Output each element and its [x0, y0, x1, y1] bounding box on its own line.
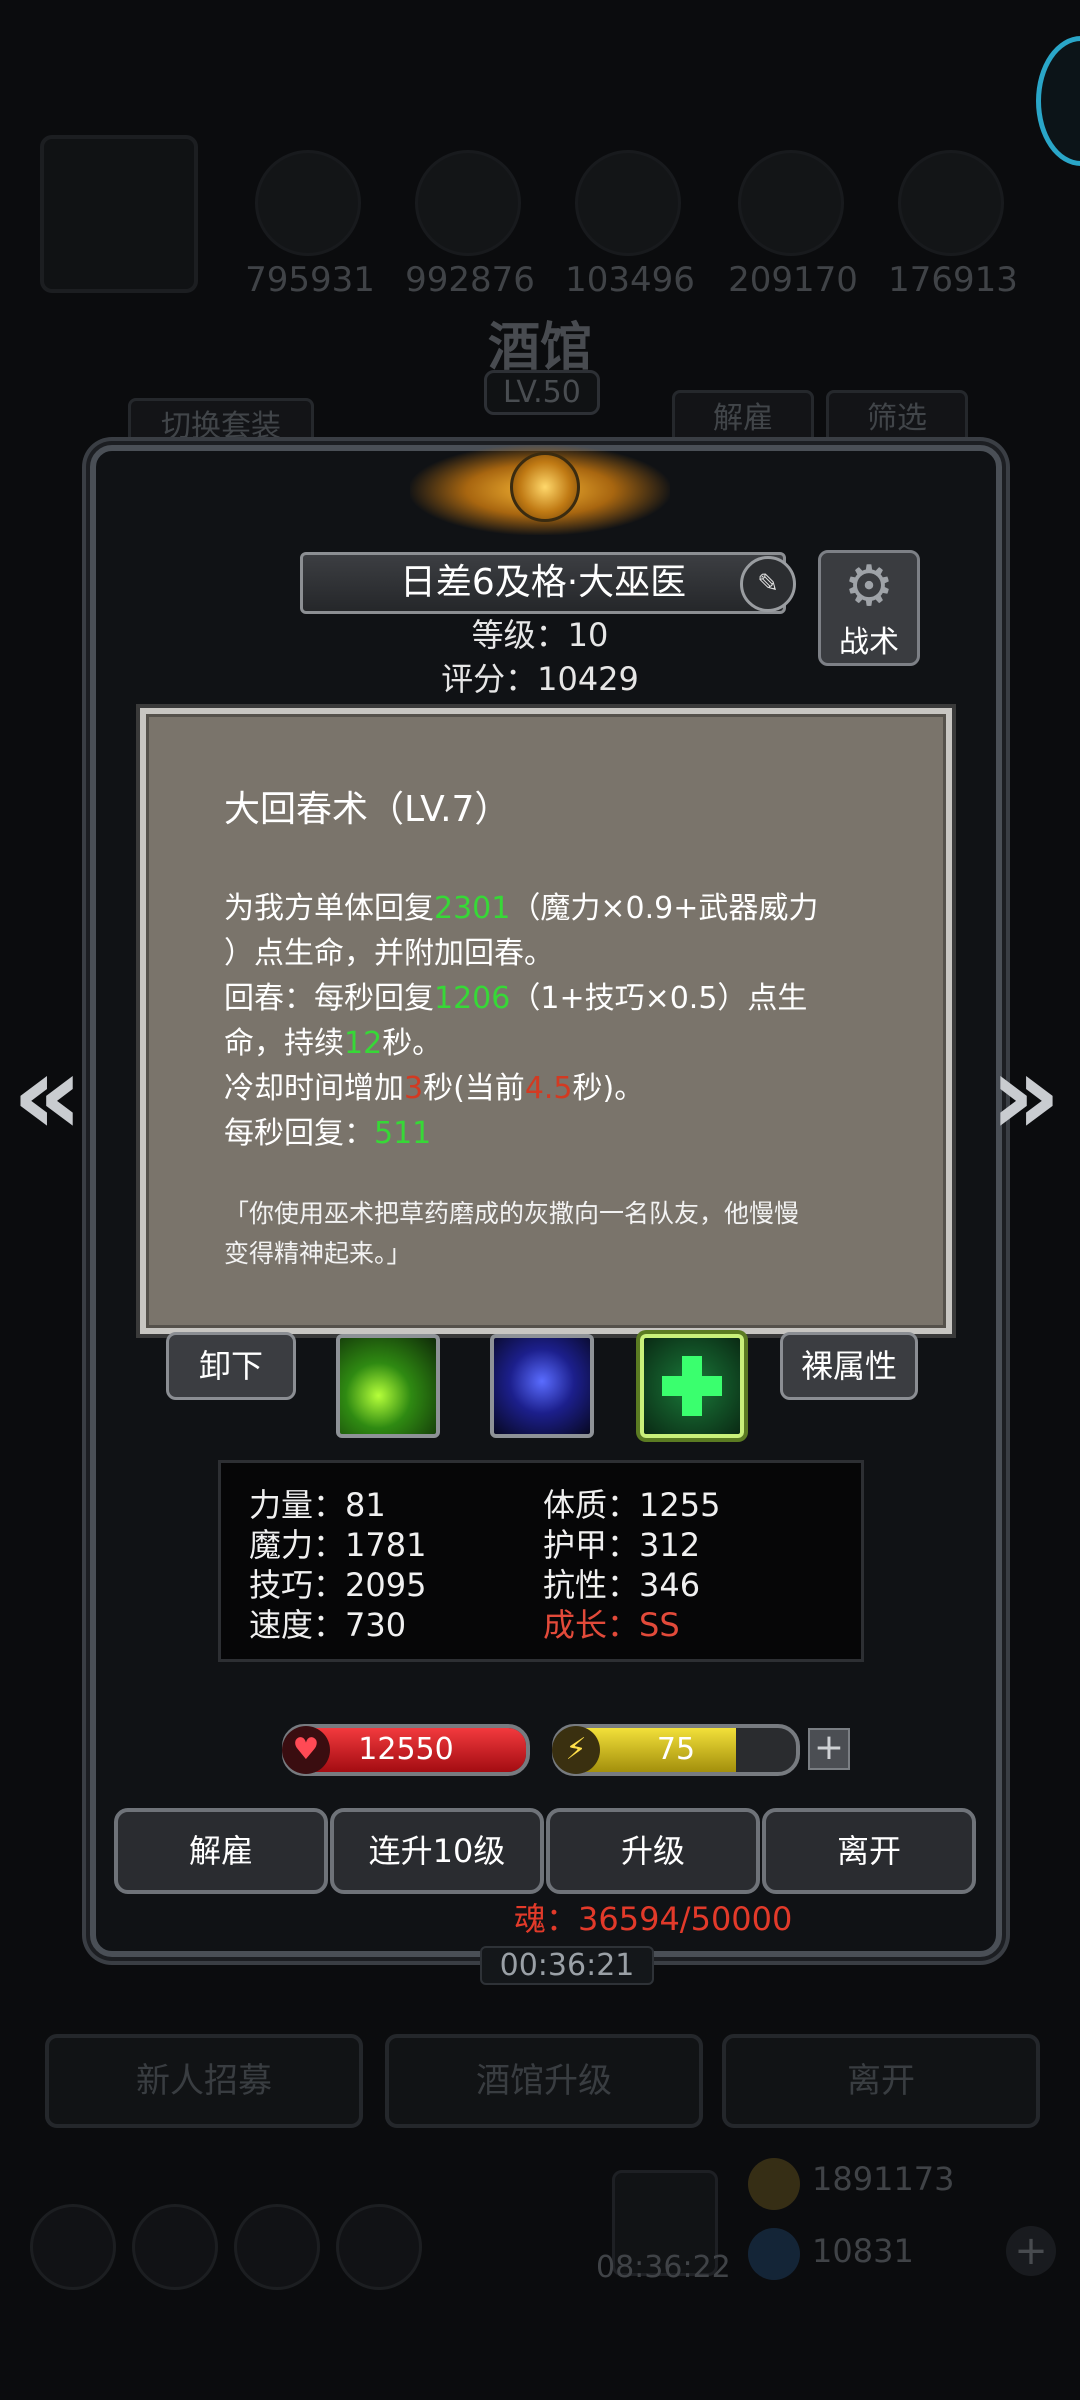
- hero-level: 等级：10: [471, 616, 609, 654]
- edit-name-icon[interactable]: ✎: [740, 556, 796, 612]
- skill-slot-nature-icon[interactable]: [336, 1334, 440, 1438]
- soul-counter: 魂：36594/50000: [514, 1900, 793, 1938]
- lightning-icon: ⚡: [552, 1726, 600, 1774]
- countdown-timer: 00:36:21: [480, 1946, 654, 1985]
- prev-hero-arrow-icon[interactable]: «: [12, 1040, 83, 1150]
- tavern-level: LV.50: [484, 370, 600, 415]
- flavor-line: 「你使用巫术把草药磨成的灰撒向一名队友，他慢慢: [224, 1199, 800, 1228]
- dismiss-tab-button[interactable]: 解雇: [672, 390, 814, 448]
- filter-button[interactable]: 筛选: [826, 390, 968, 448]
- heart-icon: ♥: [282, 1726, 330, 1774]
- skill-tooltip: 大回春术（LV.7） 为我方单体回复2301（魔力×0.9+武器威力 ）点生命，…: [140, 708, 952, 1334]
- desc-line: 回春：每秒回复1206（1+技巧×0.5）点生: [224, 981, 808, 1016]
- resource-icon-3: [575, 150, 681, 256]
- bottom-nav-icon-1[interactable]: [30, 2204, 116, 2290]
- crest-gem-icon: [510, 452, 580, 522]
- attr-skill: 技巧：2095: [249, 1566, 427, 1604]
- skill-flavor-text: 「你使用巫术把草药磨成的灰撒向一名队友，他慢慢 变得精神起来。」: [224, 1194, 904, 1274]
- gold-coin-icon: [748, 2158, 800, 2210]
- resource-icon-1: [255, 150, 361, 256]
- unequip-button[interactable]: 卸下: [166, 1332, 296, 1400]
- resource-count-3: 103496: [565, 260, 695, 300]
- skill-title: 大回春术（LV.7）: [224, 789, 511, 830]
- desc-line: 命，持续12秒。: [224, 1026, 443, 1061]
- gear-icon: ⚙: [843, 554, 895, 619]
- flavor-line: 变得精神起来。」: [224, 1239, 412, 1268]
- attribute-panel: 力量：81 魔力：1781 技巧：2095 速度：730 体质：1255 护甲：…: [218, 1460, 864, 1662]
- attr-speed: 速度：730: [249, 1606, 407, 1644]
- gem-count: 10831: [812, 2232, 914, 2270]
- attr-magic: 魔力：1781: [249, 1526, 427, 1564]
- screen-title: 酒馆: [487, 318, 592, 378]
- hero-name: 日差6及格·大巫医: [300, 552, 786, 614]
- resource-count-2: 992876: [405, 260, 535, 300]
- resource-count-1: 795931: [245, 260, 375, 300]
- add-gem-icon[interactable]: +: [1006, 2226, 1056, 2276]
- add-energy-button[interactable]: +: [808, 1728, 850, 1770]
- skill-description: 为我方单体回复2301（魔力×0.9+武器威力 ）点生命，并附加回春。 回春：每…: [224, 886, 904, 1156]
- bg-leave-button[interactable]: 离开: [722, 2034, 1040, 2128]
- level-up-10-button[interactable]: 连升10级: [330, 1808, 544, 1894]
- hero-score: 评分：10429: [441, 660, 639, 698]
- bg-clock: 08:36:22: [596, 2250, 731, 2285]
- attr-constitution: 体质：1255: [543, 1486, 721, 1524]
- tactics-label: 战术: [839, 625, 899, 660]
- skill-slot-heal-icon[interactable]: [640, 1334, 744, 1438]
- resource-count-5: 176913: [888, 260, 1018, 300]
- base-attributes-button[interactable]: 裸属性: [780, 1332, 918, 1400]
- desc-line: 每秒回复：511: [224, 1116, 432, 1151]
- dismiss-hero-button[interactable]: 解雇: [114, 1808, 328, 1894]
- resource-count-4: 209170: [728, 260, 858, 300]
- recruit-button[interactable]: 新人招募: [45, 2034, 363, 2128]
- leave-button[interactable]: 离开: [762, 1808, 976, 1894]
- desc-line: ）点生命，并附加回春。: [224, 936, 554, 971]
- heal-cross-icon: [662, 1356, 722, 1416]
- tavern-upgrade-button[interactable]: 酒馆升级: [385, 2034, 703, 2128]
- tactics-button[interactable]: ⚙ 战术: [818, 550, 920, 666]
- next-hero-arrow-icon[interactable]: »: [990, 1040, 1061, 1150]
- gem-icon: [748, 2228, 800, 2280]
- skill-slot-shadow-icon[interactable]: [490, 1334, 594, 1438]
- resource-icon-5: [898, 150, 1004, 256]
- bottom-nav-icon-2[interactable]: [132, 2204, 218, 2290]
- upgrade-button[interactable]: 升级: [546, 1808, 760, 1894]
- hero-portrait-slot[interactable]: [40, 135, 198, 293]
- bottom-nav-icon-4[interactable]: [336, 2204, 422, 2290]
- attr-armor: 护甲：312: [543, 1526, 701, 1564]
- attr-strength: 力量：81: [249, 1486, 386, 1524]
- resource-icon-4: [738, 150, 844, 256]
- desc-line: 冷却时间增加3秒(当前4.5秒)。: [224, 1071, 645, 1106]
- resource-icon-2: [415, 150, 521, 256]
- attr-resistance: 抗性：346: [543, 1566, 701, 1604]
- bottom-nav-icon-3[interactable]: [234, 2204, 320, 2290]
- desc-line: 为我方单体回复2301（魔力×0.9+武器威力: [224, 891, 819, 926]
- attr-growth: 成长：SS: [543, 1606, 680, 1644]
- gold-count: 1891173: [812, 2160, 955, 2198]
